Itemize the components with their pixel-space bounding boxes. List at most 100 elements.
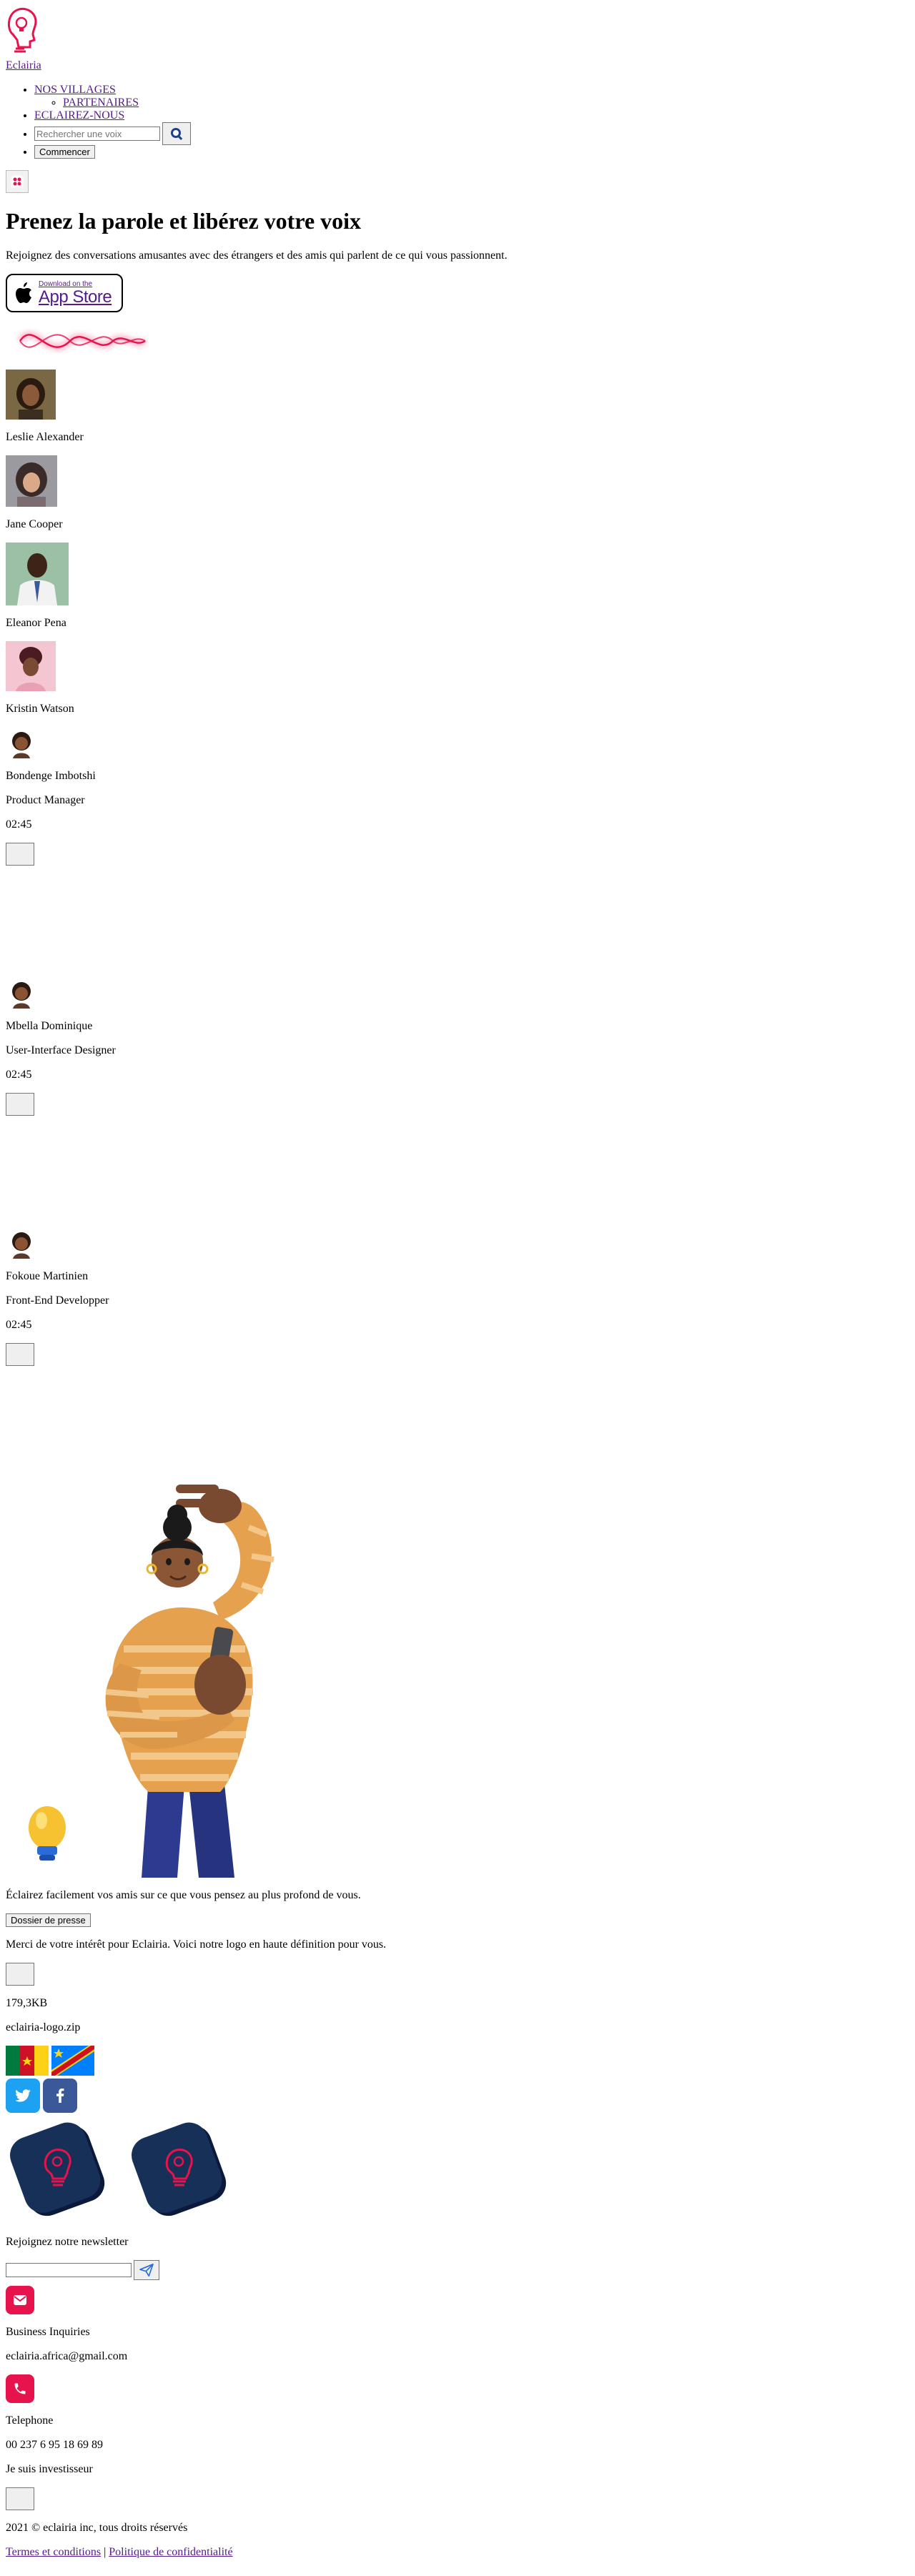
people-list: Leslie Alexander Jane Cooper Eleanor Pen… <box>6 370 909 715</box>
avatar <box>6 543 69 605</box>
nav-item-start: Commencer <box>34 145 909 159</box>
drc-flag-icon[interactable] <box>51 2046 94 2076</box>
investor-button[interactable] <box>6 2487 34 2510</box>
lightbulb-icon <box>29 1806 66 1861</box>
person-name: Eleanor Pena <box>6 617 66 629</box>
newsletter-submit-button[interactable] <box>134 2260 159 2280</box>
speaker-name: Mbella Dominique <box>6 1020 93 1032</box>
apple-icon <box>16 282 31 303</box>
app-store-line1: Download on the <box>39 279 93 288</box>
speaker-card: Fokoue Martinien Front-End Developper 02… <box>6 1227 909 1477</box>
phone-label: Telephone <box>6 2414 54 2427</box>
phone-badge <box>6 2374 34 2403</box>
nav-link-partners[interactable]: PARTENAIRES <box>63 96 139 109</box>
speaker-role: Front-End Developper <box>6 1294 109 1307</box>
hero-subtitle: Rejoignez des conversations amusantes av… <box>6 249 508 262</box>
nav-link-eclairez[interactable]: ECLAIREZ-NOUS <box>34 109 124 122</box>
person-card: Eleanor Pena <box>6 543 909 630</box>
avatar <box>12 1232 31 1259</box>
speaker-duration: 02:45 <box>6 1319 32 1331</box>
nav-item-partners: PARTENAIRES <box>63 96 909 109</box>
speaker-role: User-Interface Designer <box>6 1044 116 1056</box>
app-icon-tiles <box>6 2117 909 2224</box>
nav-item-eclairez: ECLAIREZ-NOUS <box>34 109 909 122</box>
person-name: Kristin Watson <box>6 703 74 715</box>
social-links <box>6 2079 909 2113</box>
play-button[interactable] <box>6 1093 34 1116</box>
search-bar <box>34 122 909 145</box>
twitter-icon <box>15 2089 31 2102</box>
copyright: 2021 © eclairia inc, tous droits réservé… <box>6 2522 188 2534</box>
search-input[interactable] <box>34 127 160 141</box>
person-name: Leslie Alexander <box>6 431 84 443</box>
mail-badge <box>6 2286 34 2314</box>
play-button[interactable] <box>6 1343 34 1366</box>
terms-link[interactable]: Termes et conditions <box>6 2546 101 2558</box>
nav-submenu: PARTENAIRES <box>34 96 909 109</box>
file-name: eclairia-logo.zip <box>6 2021 81 2033</box>
hero-title: Prenez la parole et libérez votre voix <box>6 208 362 234</box>
avatar <box>6 641 56 691</box>
main-nav: NOS VILLAGES PARTENAIRES ECLAIREZ-NOUS <box>6 84 909 159</box>
speakers-list: Bondenge Imbotshi Product Manager 02:45 … <box>6 727 909 1477</box>
speaker-name: Fokoue Martinien <box>6 1270 89 1282</box>
promo-text: Éclairez facilement vos amis sur ce que … <box>6 1889 361 1901</box>
app-icon-tile <box>132 2122 227 2216</box>
avatar <box>12 732 31 758</box>
speaker-role: Product Manager <box>6 794 85 806</box>
speaker-name: Bondenge Imbotshi <box>6 770 96 782</box>
page: Eclairia NOS VILLAGES PARTENAIRES ECLAIR… <box>0 0 915 2576</box>
speaker-duration: 02:45 <box>6 1069 32 1081</box>
file-size: 179,3KB <box>6 1997 48 2009</box>
download-button[interactable] <box>6 1963 34 1986</box>
nav-link-villages[interactable]: NOS VILLAGES <box>34 84 116 96</box>
newsletter-form <box>6 2260 909 2280</box>
play-button[interactable] <box>6 843 34 866</box>
mail-icon <box>14 2295 26 2305</box>
search-button[interactable] <box>162 122 191 145</box>
avatar <box>12 982 31 1009</box>
business-label: Business Inquiries <box>6 2326 90 2338</box>
search-icon <box>171 128 183 140</box>
nav-item-search <box>34 122 909 145</box>
paper-plane-icon <box>139 2264 154 2277</box>
speaker-duration: 02:45 <box>6 818 32 831</box>
language-flags <box>6 2046 909 2076</box>
newsletter-email-input[interactable] <box>6 2263 132 2277</box>
phone-icon <box>14 2383 26 2394</box>
app-icon-tile <box>10 2122 105 2216</box>
start-button[interactable]: Commencer <box>34 145 95 159</box>
woman-selfie-illustration <box>29 1485 274 1878</box>
person-name: Jane Cooper <box>6 518 63 530</box>
brand-link[interactable]: Eclairia <box>6 6 41 72</box>
grid-icon <box>11 175 24 188</box>
brand-name: Eclairia <box>6 59 41 71</box>
app-store-button[interactable]: Download on the App Store <box>6 274 123 312</box>
press-text: Merci de votre intérêt pour Eclairia. Vo… <box>6 1938 387 1951</box>
press-kit-button[interactable]: Dossier de presse <box>6 1913 91 1927</box>
avatar <box>6 370 56 420</box>
person-card: Leslie Alexander <box>6 370 909 444</box>
cameroon-flag-icon[interactable] <box>6 2046 49 2076</box>
head-bulb-icon <box>8 7 37 53</box>
legal-links: Termes et conditions | Politique de conf… <box>6 2546 909 2559</box>
avatar <box>6 455 57 507</box>
menu-grid-button[interactable] <box>6 170 29 193</box>
twitter-button[interactable] <box>6 2079 40 2113</box>
phone-number: 00 237 6 95 18 69 89 <box>6 2439 103 2451</box>
speaker-card: Mbella Dominique User-Interface Designer… <box>6 977 909 1227</box>
newsletter-label: Rejoignez notre newsletter <box>6 2236 129 2248</box>
investor-label: Je suis investisseur <box>6 2463 93 2475</box>
person-card: Kristin Watson <box>6 641 909 715</box>
business-email: eclairia.africa@gmail.com <box>6 2350 128 2362</box>
person-card: Jane Cooper <box>6 455 909 531</box>
nav-item-villages: NOS VILLAGES PARTENAIRES <box>34 84 909 109</box>
speaker-card: Bondenge Imbotshi Product Manager 02:45 <box>6 727 909 977</box>
facebook-icon <box>56 2089 64 2103</box>
facebook-button[interactable] <box>43 2079 77 2113</box>
voice-wave-graphic <box>17 332 147 350</box>
app-store-line2: App Store <box>39 287 112 307</box>
privacy-link[interactable]: Politique de confidentialité <box>109 2546 232 2558</box>
